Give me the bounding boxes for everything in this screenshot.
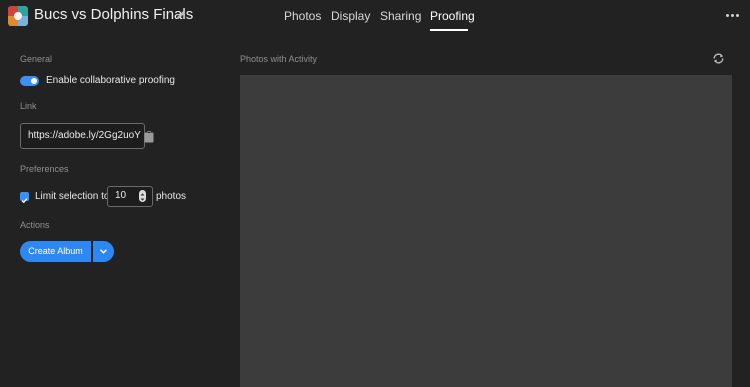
top-bar: Bucs vs Dolphins Finals Photos Display S…: [0, 0, 750, 36]
album-title[interactable]: Bucs vs Dolphins Finals: [34, 6, 193, 23]
pencil-icon[interactable]: [175, 8, 187, 20]
refresh-icon[interactable]: [712, 52, 725, 65]
section-actions-label: Actions: [20, 220, 50, 230]
share-link-field[interactable]: https://adobe.ly/2Gg2uoY: [20, 123, 145, 149]
limit-selection-checkbox[interactable]: [20, 192, 29, 204]
activity-photos-panel: [240, 75, 732, 387]
limit-quantity-value: 10: [115, 190, 127, 201]
create-album-dropdown-button[interactable]: [93, 241, 114, 262]
stepper-arrows-icon[interactable]: [139, 190, 146, 202]
collaborative-proofing-toggle[interactable]: [20, 76, 39, 86]
tab-photos[interactable]: Photos: [284, 9, 321, 23]
photos-with-activity-title: Photos with Activity: [240, 54, 318, 64]
section-link-label: Link: [20, 101, 37, 111]
section-preferences-label: Preferences: [20, 164, 69, 174]
chevron-down-icon: [100, 249, 107, 254]
limit-quantity-stepper[interactable]: 10: [107, 186, 153, 207]
limit-selection-label: Limit selection to: [35, 191, 110, 202]
collaborative-proofing-label: Enable collaborative proofing: [46, 75, 175, 86]
clipboard-icon[interactable]: [144, 130, 154, 143]
proofing-settings-panel: General Enable collaborative proofing Li…: [0, 36, 230, 387]
tab-sharing[interactable]: Sharing: [380, 9, 421, 23]
active-tab-indicator: [430, 29, 468, 31]
more-horizontal-icon[interactable]: [726, 14, 740, 18]
limit-unit-label: photos: [156, 191, 187, 202]
tab-display[interactable]: Display: [331, 9, 370, 23]
create-album-button[interactable]: Create Album: [20, 241, 91, 262]
section-general-label: General: [20, 54, 53, 64]
album-thumbnail: [8, 6, 28, 26]
tab-proofing[interactable]: Proofing: [430, 9, 475, 23]
